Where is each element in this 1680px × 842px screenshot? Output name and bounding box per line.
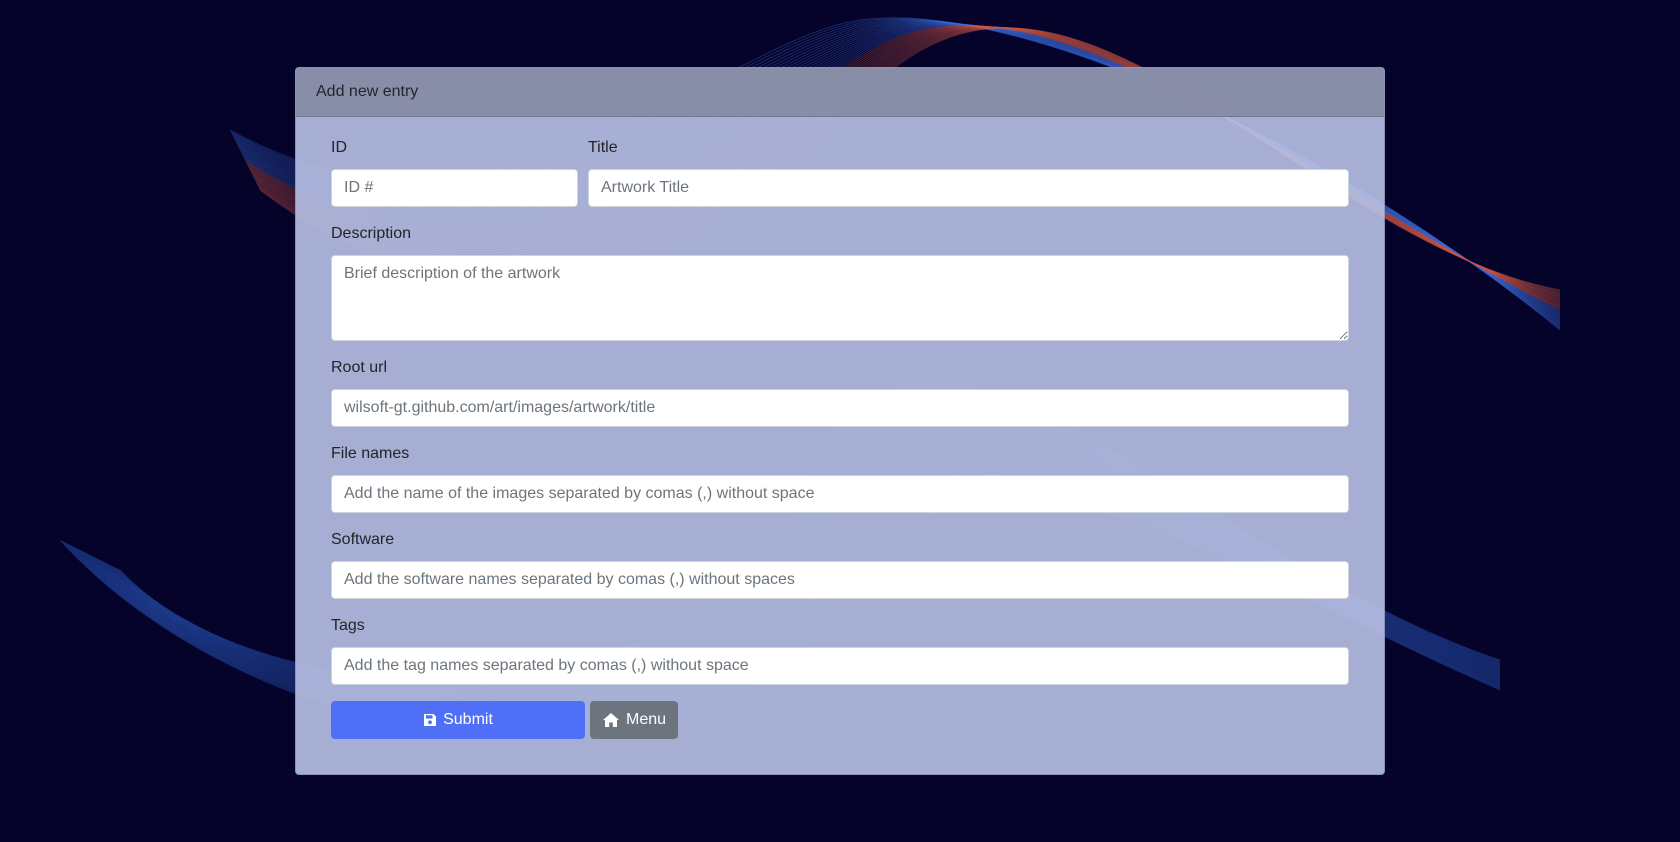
tags-label: Tags [331,617,365,634]
root-url-input[interactable] [331,389,1349,427]
root-url-label: Root url [331,359,388,376]
title-input[interactable] [588,169,1349,207]
description-label: Description [331,225,412,242]
file-names-input[interactable] [331,475,1349,513]
menu-button[interactable]: Menu [590,701,678,739]
submit-label: Submit [443,711,493,728]
id-input[interactable] [331,169,578,207]
file-names-label: File names [331,445,410,462]
tags-input[interactable] [331,647,1349,685]
save-icon [424,714,437,726]
menu-label: Menu [625,711,667,728]
software-input[interactable] [331,561,1349,599]
submit-button[interactable]: Submit [331,701,585,739]
id-label: ID [331,139,347,156]
software-label: Software [331,531,395,548]
title-label: Title [588,139,618,156]
description-textarea[interactable] [331,255,1349,341]
card-header: Add new entry [296,68,1384,117]
home-icon [602,713,619,727]
card-title: Add new entry [316,83,419,100]
